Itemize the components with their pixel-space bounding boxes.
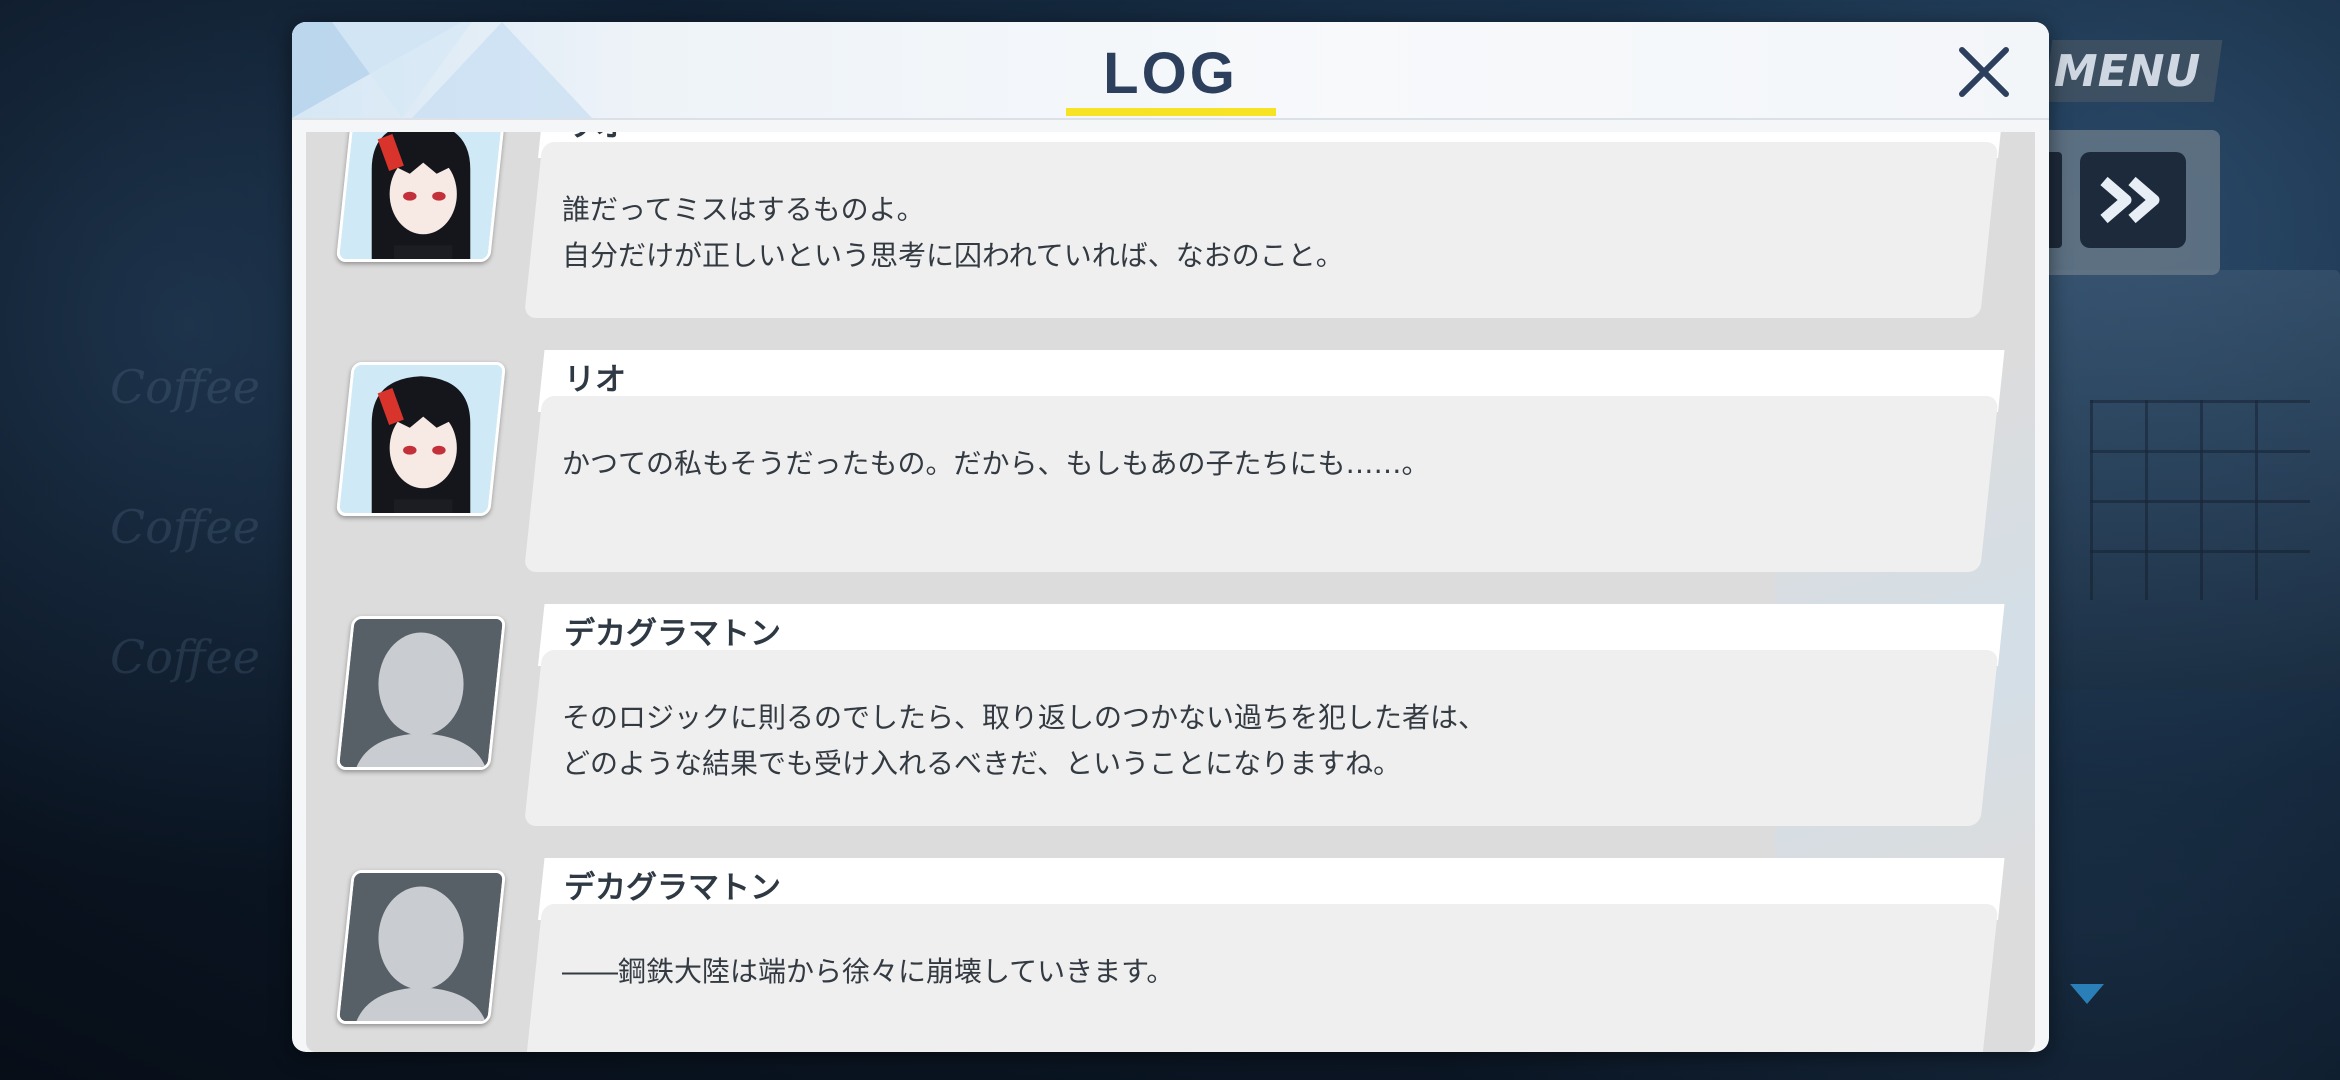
avatar-rio	[335, 362, 507, 516]
close-icon	[1959, 47, 2009, 97]
dialogue-line: そのロジックに則るのでしたら、取り返しのつかない過ちを犯した者は、	[562, 701, 1487, 734]
scroll-down-icon[interactable]	[2070, 984, 2104, 1004]
log-window: LOG 誰だってミスはするものよ。 自分だけが正しいという思考に囚われていれば、…	[292, 22, 2049, 1052]
fast-forward-button[interactable]	[2080, 152, 2186, 248]
log-title: LOG	[1103, 41, 1238, 106]
silhouette-icon	[338, 870, 504, 1024]
avatar-unknown	[335, 616, 507, 770]
background-grid	[2090, 400, 2310, 600]
fast-forward-icon	[2100, 176, 2160, 224]
dialogue-line: 誰だってミスはするものよ。	[562, 193, 925, 226]
dialogue-line: かつての私もそうだったもの。だから、もしもあの子たちにも……。	[562, 447, 1430, 480]
speaker-name: リオ	[564, 362, 626, 398]
avatar-unknown	[335, 870, 507, 1024]
speaker-name: デカグラマトン	[564, 616, 781, 652]
dialogue-box	[524, 650, 1999, 826]
dialogue-box	[524, 396, 1999, 572]
close-button[interactable]	[1952, 40, 2016, 104]
log-list[interactable]: リオ 誰だってミスはするものよ。 自分だけが正しいという思考に囚われていれば、な…	[306, 132, 2035, 1052]
background-sign: Coffee	[110, 360, 260, 414]
dialogue-line: 自分だけが正しいという思考に囚われていれば、なおのこと。	[562, 239, 1344, 272]
log-entry: デカグラマトン そのロジックに則るのでしたら、取り返しのつかない過ちを犯した者は…	[306, 604, 2035, 844]
log-entry: リオ かつての私もそうだったもの。だから、もしもあの子たちにも……。	[306, 350, 2035, 590]
title-underline	[1066, 108, 1276, 116]
background-sign: Coffee	[110, 630, 260, 684]
header-separator	[292, 118, 2049, 120]
dialogue-box	[524, 142, 1999, 318]
silhouette-icon	[338, 616, 504, 770]
log-entry: デカグラマトン ――鋼鉄大陸は端から徐々に崩壊していきます。	[306, 858, 2035, 1052]
character-portrait-icon	[338, 362, 504, 516]
speaker-name: デカグラマトン	[564, 870, 781, 906]
character-portrait-icon	[338, 132, 504, 262]
log-header: LOG	[292, 22, 2049, 118]
dialogue-line: ――鋼鉄大陸は端から徐々に崩壊していきます。	[562, 955, 1175, 988]
dialogue-line: どのような結果でも受け入れるべきだ、ということになりますね。	[562, 747, 1402, 780]
log-entry: リオ 誰だってミスはするものよ。 自分だけが正しいという思考に囚われていれば、な…	[306, 132, 2035, 336]
menu-button-label: MENU	[2054, 45, 2201, 97]
background-sign: Coffee	[110, 500, 260, 554]
menu-button[interactable]: MENU	[2043, 40, 2223, 102]
avatar-rio	[335, 132, 507, 262]
